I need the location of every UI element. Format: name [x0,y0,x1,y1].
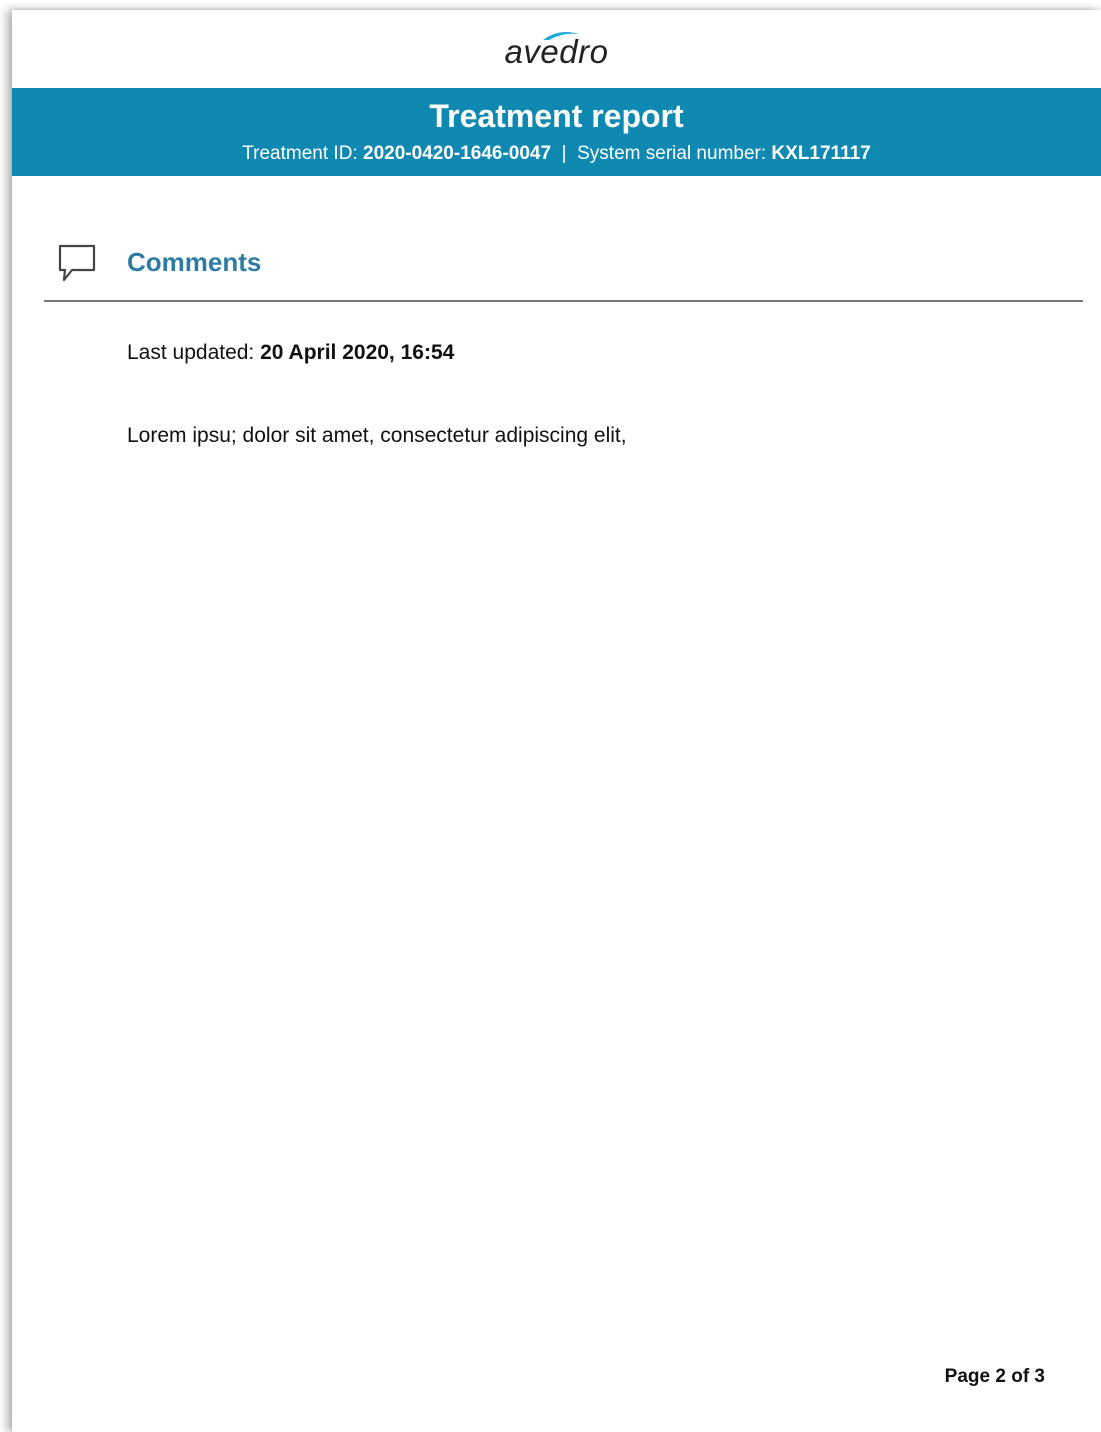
brand-logo: avedro [12,32,1101,88]
report-meta: Treatment ID: 2020-0420-1646-0047 | Syst… [12,142,1101,166]
logo-wordmark: avedro [505,32,609,72]
report-header: Treatment report Treatment ID: 2020-0420… [12,88,1101,176]
last-updated-label: Last updated: [127,341,255,364]
comment-icon [58,244,96,282]
comment-text: Lorem ipsu; dolor sit amet, consectetur … [127,424,627,447]
logo-swoosh-icon [542,32,579,40]
comments-section-header: Comments [44,242,1083,302]
report-page: avedro Treatment report Treatment ID: 20… [12,10,1101,1432]
last-updated-value: 20 April 2020, 16:54 [260,341,455,364]
serial-number-label: System serial number: [577,143,767,164]
report-title: Treatment report [429,98,684,134]
serial-number-value: KXL171117 [771,143,871,164]
last-updated: Last updated: 20 April 2020, 16:54 [127,340,454,366]
treatment-id-label: Treatment ID: [242,143,358,164]
section-title: Comments [127,247,262,277]
page-number: Page 2 of 3 [944,1366,1045,1387]
meta-separator: | [561,143,567,164]
treatment-id-value: 2020-0420-1646-0047 [363,143,552,164]
